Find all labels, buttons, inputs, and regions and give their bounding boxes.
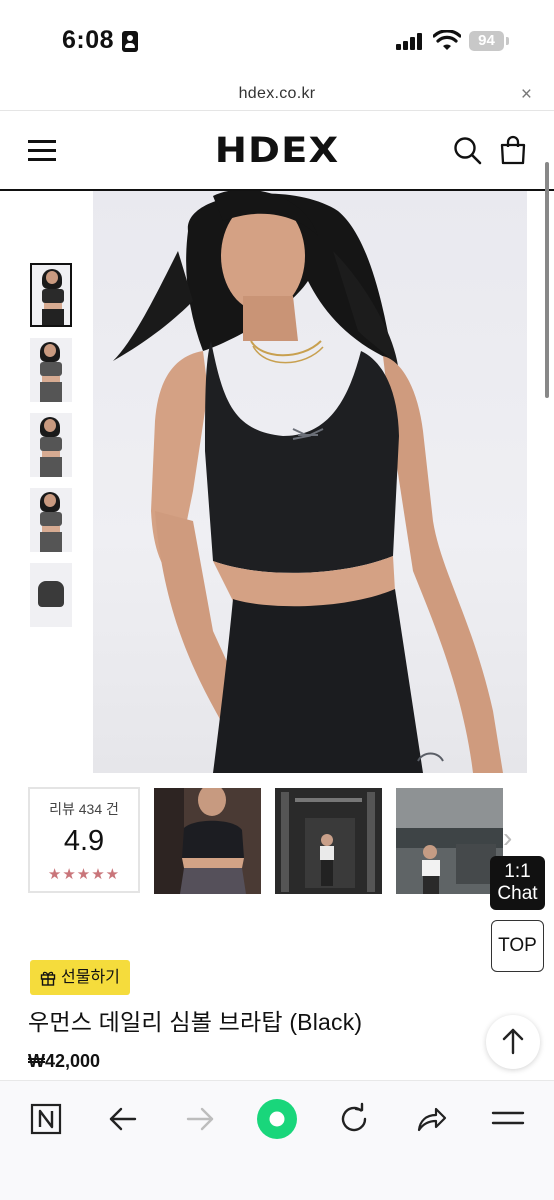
cellular-signal-icon — [396, 32, 424, 50]
url-text[interactable]: hdex.co.kr — [0, 85, 554, 103]
refresh-icon[interactable] — [334, 1099, 374, 1139]
model-illustration — [113, 191, 503, 773]
naver-home-icon[interactable] — [26, 1099, 66, 1139]
gallery-thumbnail[interactable] — [30, 413, 72, 477]
gallery-thumbnail[interactable] — [30, 263, 72, 327]
product-main-image[interactable] — [93, 191, 527, 773]
chat-label-line2: Chat — [497, 883, 538, 904]
gift-label: 선물하기 — [61, 969, 120, 986]
status-time: 6:08 — [62, 26, 115, 54]
green-dot-icon[interactable] — [255, 1097, 299, 1141]
menu-icon[interactable] — [488, 1099, 528, 1139]
site-header: HDEX — [0, 111, 554, 189]
search-icon[interactable] — [453, 136, 483, 166]
product-title: 우먼스 데일리 심볼 브라탑 (Black) — [28, 1009, 363, 1035]
browser-toolbar — [0, 1080, 554, 1200]
forward-arrow-icon[interactable] — [180, 1099, 220, 1139]
gallery-thumbnail[interactable] — [30, 488, 72, 552]
wifi-icon — [433, 30, 461, 50]
review-count: 리뷰 434 건 — [49, 801, 119, 817]
gift-button[interactable]: 선물하기 — [30, 960, 130, 995]
chevron-right-icon[interactable]: › — [503, 822, 512, 854]
review-photo[interactable] — [154, 788, 261, 894]
chat-label-line1: 1:1 — [504, 861, 531, 882]
share-icon[interactable] — [411, 1099, 451, 1139]
review-summary-card[interactable]: 리뷰 434 건 4.9 ★★★★★ — [28, 787, 140, 893]
battery-icon: 94 — [469, 31, 509, 51]
status-bar: 6:08 94 — [0, 0, 554, 80]
back-arrow-icon[interactable] — [103, 1099, 143, 1139]
review-photo[interactable] — [275, 788, 382, 894]
shopping-bag-icon[interactable] — [499, 135, 527, 165]
page: 6:08 94 hdex.co.kr × HDEX 리뷰 434 건 4.9 ★… — [0, 0, 554, 1200]
battery-level: 94 — [478, 32, 495, 49]
review-score: 4.9 — [63, 825, 105, 857]
arrow-up-icon — [502, 1028, 524, 1055]
close-icon[interactable]: × — [521, 84, 532, 106]
gallery-thumbnail[interactable] — [30, 563, 72, 627]
browser-url-bar[interactable]: hdex.co.kr × — [0, 80, 554, 110]
review-photo[interactable] — [396, 788, 503, 894]
scrollbar[interactable] — [545, 162, 549, 398]
product-price: ₩42,000 — [28, 1051, 101, 1071]
rating-stars: ★★★★★ — [47, 866, 121, 883]
gift-icon — [40, 971, 56, 986]
scroll-up-button[interactable] — [486, 1015, 540, 1069]
id-card-icon — [122, 31, 138, 52]
gallery-thumbnail[interactable] — [30, 338, 72, 402]
chat-button[interactable]: 1:1 Chat — [490, 856, 545, 910]
scroll-top-button[interactable]: TOP — [491, 920, 544, 972]
